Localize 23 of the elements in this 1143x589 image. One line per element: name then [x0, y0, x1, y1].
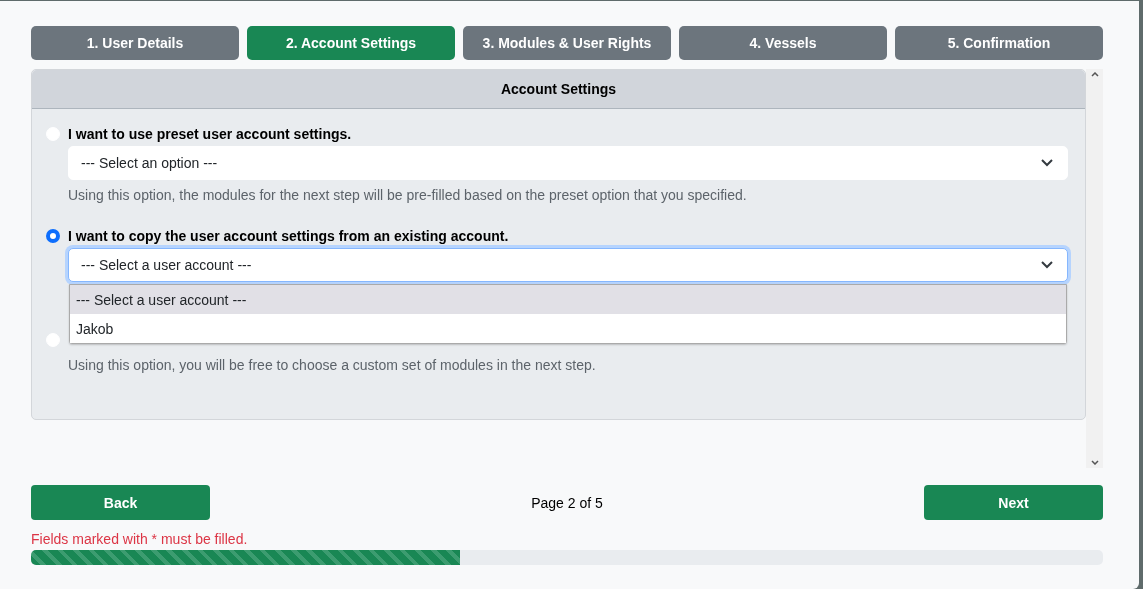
- help-text: Using this option, you will be free to choose a custom set of modules in the next step.: [68, 357, 597, 373]
- option-label: I want to use preset user account settings.: [68, 126, 353, 144]
- scrollbar[interactable]: [1086, 69, 1103, 468]
- help-text: Using this option, the modules for the next step will be pre-filled based on the preset option that you specified.: [68, 187, 748, 203]
- dropdown-option[interactable]: --- Select a user account ---: [70, 285, 1066, 314]
- page-indicator: Page 2 of 5: [531, 494, 603, 511]
- step-tab[interactable]: 5. Confirmation: [895, 26, 1103, 60]
- step-tab[interactable]: 4. Vessels: [679, 26, 887, 60]
- step-tab[interactable]: 3. Modules & User Rights: [463, 26, 671, 60]
- option-label: I want to copy the user account settings from an existing account.: [68, 228, 510, 246]
- select-field[interactable]: --- Select an option ---: [68, 146, 1068, 180]
- step-tab[interactable]: 1. User Details: [31, 26, 239, 60]
- scroll-down-icon[interactable]: [1090, 460, 1099, 465]
- next-button[interactable]: Next: [924, 485, 1103, 520]
- dropdown-option[interactable]: Jakob: [70, 314, 1066, 343]
- required-fields-note: Fields marked with * must be filled.: [31, 531, 249, 547]
- panel-title: Account Settings: [32, 70, 1085, 109]
- radio-button[interactable]: [46, 229, 60, 243]
- chevron-down-icon: [1041, 261, 1053, 269]
- chevron-down-icon: [1041, 159, 1053, 167]
- scroll-up-icon[interactable]: [1090, 72, 1099, 77]
- back-button[interactable]: Back: [31, 485, 210, 520]
- step-tab[interactable]: 2. Account Settings: [247, 26, 455, 60]
